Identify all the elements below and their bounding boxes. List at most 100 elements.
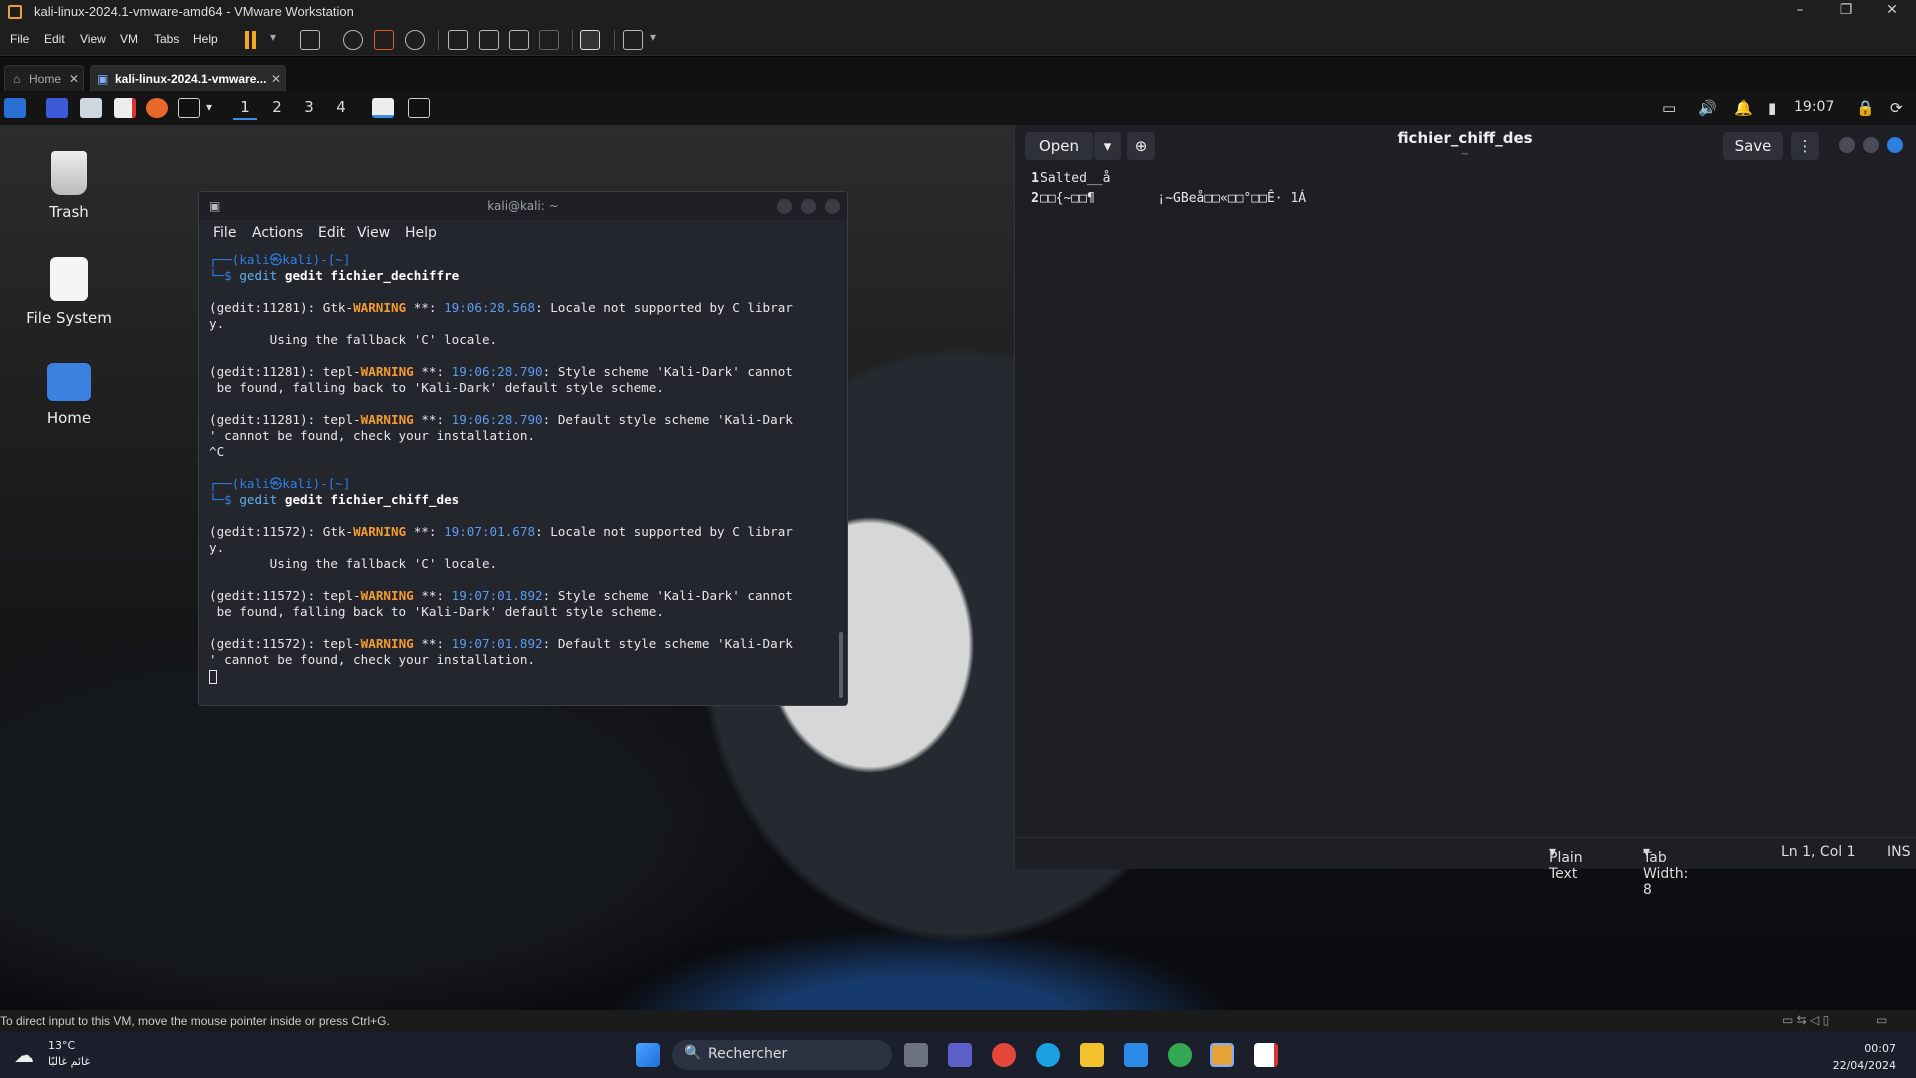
workspace-1[interactable]: 1 bbox=[233, 98, 257, 120]
gedit-title: fichier_chiff_des bbox=[1397, 129, 1533, 147]
terminal-close-button[interactable] bbox=[825, 199, 840, 214]
new-tab-icon[interactable]: ⊕ bbox=[1127, 132, 1155, 160]
gedit-minimize-button[interactable] bbox=[1839, 137, 1855, 153]
unity-icon[interactable] bbox=[539, 30, 559, 50]
workspace-2[interactable]: 2 bbox=[265, 98, 289, 120]
terminal-menu-file[interactable]: File bbox=[213, 225, 236, 241]
taskbar-terminal-icon[interactable] bbox=[408, 98, 430, 118]
search-box[interactable]: 🔍 Rechercher bbox=[672, 1040, 892, 1070]
stretch-guest-icon[interactable] bbox=[623, 30, 643, 50]
menu-vm[interactable]: VM bbox=[120, 32, 138, 46]
file-manager-icon[interactable] bbox=[80, 98, 102, 118]
revert-snapshot-icon[interactable] bbox=[374, 30, 394, 50]
menu-edit[interactable]: Edit bbox=[44, 32, 65, 46]
save-button[interactable]: Save bbox=[1723, 132, 1783, 160]
terminal-minimize-button[interactable] bbox=[777, 199, 792, 214]
terminal-icon[interactable] bbox=[178, 98, 200, 118]
display-icon[interactable]: ▭ bbox=[1662, 99, 1676, 117]
file-explorer-icon[interactable] bbox=[1080, 1043, 1104, 1067]
close-button[interactable]: ✕ bbox=[1872, 2, 1912, 22]
gedit-window[interactable]: Open ▾ ⊕ fichier_chiff_des ~ Save ⋮ 1 Sa… bbox=[1014, 125, 1916, 898]
restore-button[interactable]: ❐ bbox=[1826, 2, 1866, 22]
menu-help[interactable]: Help bbox=[193, 32, 218, 46]
terminal-menu-view[interactable]: View bbox=[357, 225, 390, 241]
menu-kebab-icon[interactable]: ⋮ bbox=[1791, 132, 1819, 160]
thumbnail-bar-icon[interactable] bbox=[479, 30, 499, 50]
terminal-window[interactable]: ▣ kali@kali: ~ File Actions Edit View He… bbox=[198, 191, 848, 706]
workspace-3[interactable]: 3 bbox=[297, 98, 321, 120]
tab-width-selector[interactable]: Tab Width: 8 ▾ bbox=[1643, 844, 1688, 898]
chrome-profile-icon[interactable] bbox=[1168, 1043, 1192, 1067]
chrome-icon[interactable] bbox=[992, 1043, 1016, 1067]
gedit-maximize-button[interactable] bbox=[1863, 137, 1879, 153]
stretch-dropdown-icon[interactable]: ▾ bbox=[650, 30, 656, 44]
cursor-position[interactable]: Ln 1, Col 1 bbox=[1781, 844, 1856, 860]
firefox-icon[interactable] bbox=[146, 98, 168, 118]
windows-taskbar: ☁ 13°C غائم غالبًا 🔍 Rechercher 00:07 22… bbox=[0, 1032, 1916, 1078]
terminal-menu-edit[interactable]: Edit bbox=[318, 225, 345, 241]
fullscreen-icon[interactable] bbox=[509, 30, 529, 50]
prompt-user: (kali㉿kali)-[~] bbox=[231, 476, 351, 491]
terminal-menu-help[interactable]: Help bbox=[405, 225, 437, 241]
line-number: 2 bbox=[1031, 191, 1039, 206]
library-icon[interactable] bbox=[448, 30, 468, 50]
open-button[interactable]: Open bbox=[1025, 132, 1093, 160]
workspace-4[interactable]: 4 bbox=[329, 98, 353, 120]
desktop-icon-trash[interactable]: Trash bbox=[24, 151, 114, 221]
terminal-maximize-button[interactable] bbox=[801, 199, 816, 214]
terminal-window-icon: ▣ bbox=[209, 199, 221, 213]
command-line: └─$ gedit gedit fichier_dechiffre bbox=[209, 268, 460, 283]
menu-view[interactable]: View bbox=[80, 32, 106, 46]
desktop-icon-home[interactable]: Home bbox=[24, 363, 114, 427]
send-ctrl-alt-del-icon[interactable] bbox=[300, 30, 320, 50]
teams-icon[interactable] bbox=[948, 1043, 972, 1067]
edge-icon[interactable] bbox=[1036, 1043, 1060, 1067]
close-tab-icon[interactable]: ✕ bbox=[271, 72, 281, 86]
panel-clock[interactable]: 19:07 bbox=[1794, 99, 1834, 115]
console-view-icon[interactable] bbox=[580, 30, 600, 50]
text-editor-icon[interactable] bbox=[114, 98, 136, 118]
lock-icon[interactable]: 🔒 bbox=[1856, 99, 1875, 117]
pdf-reader-icon[interactable] bbox=[1254, 1043, 1278, 1067]
language-selector[interactable]: Plain Text ▾ bbox=[1549, 844, 1583, 882]
taskbar-gedit-icon[interactable] bbox=[372, 98, 394, 118]
battery-icon[interactable]: ▮ bbox=[1768, 99, 1776, 117]
terminal-menu-actions[interactable]: Actions bbox=[252, 225, 303, 241]
gedit-headerbar[interactable]: Open ▾ ⊕ fichier_chiff_des ~ Save ⋮ bbox=[1015, 125, 1916, 165]
gedit-close-button[interactable] bbox=[1887, 137, 1903, 153]
vscode-icon[interactable] bbox=[1124, 1043, 1148, 1067]
menu-file[interactable]: File bbox=[10, 32, 29, 46]
show-desktop-icon[interactable] bbox=[46, 98, 68, 118]
task-view-icon[interactable] bbox=[904, 1043, 928, 1067]
terminal-titlebar[interactable]: ▣ kali@kali: ~ bbox=[199, 192, 847, 220]
message-log-icon[interactable]: ▭ bbox=[1876, 1013, 1887, 1027]
output-line: Using the fallback 'C' locale. bbox=[209, 332, 498, 347]
power-icon[interactable]: ⟳ bbox=[1890, 99, 1903, 117]
snapshot-manager-icon[interactable] bbox=[405, 30, 425, 50]
pause-icon[interactable] bbox=[244, 31, 258, 49]
menu-tabs[interactable]: Tabs bbox=[154, 32, 179, 46]
terminal-scrollbar[interactable] bbox=[839, 632, 843, 698]
vmware-statusbar: To direct input to this VM, move the mou… bbox=[0, 1010, 1916, 1032]
tab-kali[interactable]: ▣ kali-linux-2024.1-vmware... ✕ bbox=[90, 65, 286, 91]
terminal-title: kali@kali: ~ bbox=[487, 199, 559, 213]
terminal-dropdown-icon[interactable]: ▾ bbox=[206, 100, 212, 114]
tab-home[interactable]: ⌂ Home ✕ bbox=[4, 65, 84, 91]
snapshot-icon[interactable] bbox=[343, 30, 363, 50]
system-clock[interactable]: 00:07 22/04/2024 bbox=[1833, 1040, 1896, 1074]
vmware-taskbar-icon[interactable] bbox=[1210, 1043, 1234, 1067]
line-text: □□{~□□¶ ¡~GBeå□□«□□°□□Ê· 1Á bbox=[1040, 191, 1307, 206]
kali-menu-icon[interactable] bbox=[4, 98, 26, 118]
pause-dropdown-icon[interactable]: ▾ bbox=[270, 30, 276, 44]
start-icon[interactable] bbox=[636, 1043, 660, 1067]
weather-temp: 13°C bbox=[48, 1039, 76, 1052]
device-status-icons[interactable]: ▭ ⇆ ◁ ▯ bbox=[1782, 1013, 1829, 1027]
desktop-icon-filesystem[interactable]: File System bbox=[24, 257, 114, 327]
gedit-text-area[interactable]: 1 Salted__å 2 □□{~□□¶ ¡~GBeå□□«□□°□□Ê· 1… bbox=[1015, 165, 1916, 825]
open-dropdown-icon[interactable]: ▾ bbox=[1093, 132, 1121, 160]
minimize-button[interactable]: – bbox=[1780, 2, 1820, 22]
close-tab-icon[interactable]: ✕ bbox=[69, 72, 79, 86]
terminal-output[interactable]: ┌──(kali㉿kali)-[~] └─$ gedit gedit fichi… bbox=[209, 252, 829, 692]
notification-bell-icon[interactable]: 🔔 bbox=[1734, 99, 1753, 117]
volume-icon[interactable]: 🔊 bbox=[1698, 99, 1717, 117]
